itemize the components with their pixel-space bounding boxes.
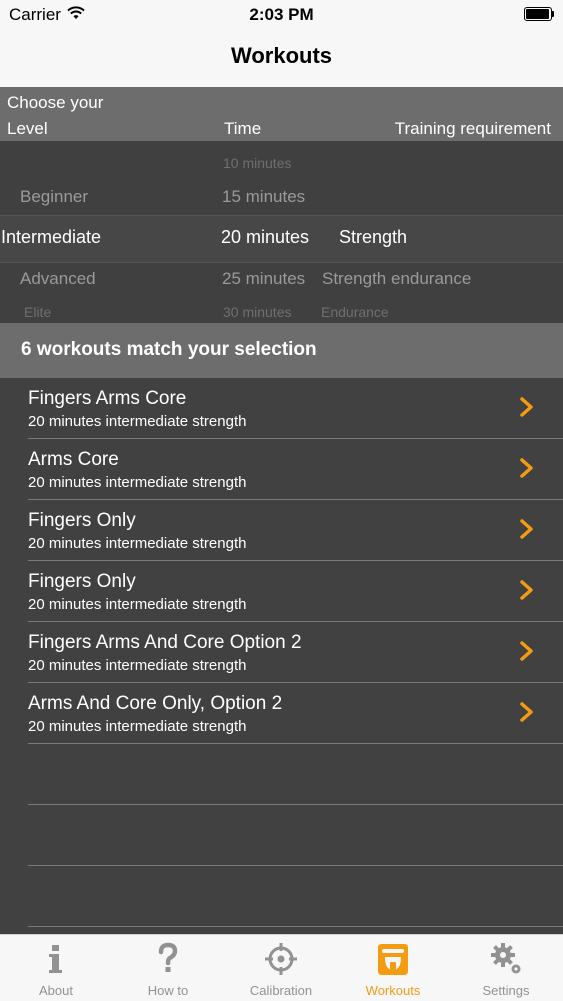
crosshair-icon xyxy=(265,943,297,975)
tab-label: How to xyxy=(147,983,189,998)
workout-title: Arms Core xyxy=(28,449,119,470)
requirement-column-label: Training requirement xyxy=(394,119,551,138)
match-count-text: 6 workouts match your selection xyxy=(21,339,317,360)
workout-title: Fingers Arms And Core Option 2 xyxy=(28,632,302,653)
picker-time[interactable]: 25 minutes xyxy=(222,269,305,289)
gears-icon xyxy=(491,943,521,974)
choose-label: Choose your xyxy=(7,93,104,112)
row-divider xyxy=(28,926,563,927)
match-banner: 6 workouts match your selection xyxy=(0,323,563,378)
chevron-right-icon xyxy=(520,458,533,478)
question-icon xyxy=(158,942,178,972)
workout-subtitle: 20 minutes intermediate strength xyxy=(28,413,247,430)
tab-how-to[interactable]: How to xyxy=(112,935,224,1001)
tab-settings[interactable]: Settings xyxy=(450,935,562,1001)
tab-bar: About How to Calibration Workouts Settin… xyxy=(0,934,563,1001)
workout-list[interactable]: Fingers Arms Core 20 minutes intermediat… xyxy=(0,378,563,934)
chevron-right-icon xyxy=(520,519,533,539)
status-bar: Carrier 2:03 PM xyxy=(0,0,563,30)
tab-label: Calibration xyxy=(249,983,313,998)
picker-requirement[interactable]: Endurance xyxy=(321,304,389,320)
info-icon xyxy=(49,945,62,973)
chevron-right-icon xyxy=(520,702,533,722)
workout-subtitle: 20 minutes intermediate strength xyxy=(28,535,247,552)
picker-time[interactable]: 10 minutes xyxy=(223,155,291,171)
workout-title: Fingers Arms Core xyxy=(28,388,187,409)
chevron-right-icon xyxy=(520,641,533,661)
tab-calibration[interactable]: Calibration xyxy=(225,935,337,1001)
workout-subtitle: 20 minutes intermediate strength xyxy=(28,474,247,491)
picker-time[interactable]: 15 minutes xyxy=(222,187,305,207)
workout-row[interactable]: Fingers Arms And Core Option 2 20 minute… xyxy=(0,622,563,683)
tab-label: About xyxy=(39,983,73,998)
workout-subtitle: 20 minutes intermediate strength xyxy=(28,596,247,613)
time-column-label: Time xyxy=(224,119,262,138)
battery-icon xyxy=(524,7,554,21)
level-column-label: Level xyxy=(7,119,48,138)
workout-subtitle: 20 minutes intermediate strength xyxy=(28,718,247,735)
tab-about[interactable]: About xyxy=(0,935,112,1001)
workout-row[interactable]: Arms And Core Only, Option 2 20 minutes … xyxy=(0,683,563,744)
picker-requirement[interactable]: Strength xyxy=(339,227,407,248)
page-title: Workouts xyxy=(230,43,333,68)
chevron-right-icon xyxy=(520,397,533,417)
workout-row[interactable]: Fingers Only 20 minutes intermediate str… xyxy=(0,561,563,622)
workout-subtitle: 20 minutes intermediate strength xyxy=(28,657,247,674)
hangboard-icon xyxy=(378,944,408,975)
row-divider xyxy=(28,743,563,744)
workout-title: Fingers Only xyxy=(28,571,136,592)
picker-time[interactable]: 20 minutes xyxy=(221,227,309,248)
workout-title: Fingers Only xyxy=(28,510,136,531)
clock: 2:03 PM xyxy=(249,5,314,24)
picker-requirement[interactable]: Strength endurance xyxy=(322,269,471,289)
tab-label: Settings xyxy=(482,983,530,998)
workout-row[interactable]: Arms Core 20 minutes intermediate streng… xyxy=(0,439,563,500)
picker-level[interactable]: Elite xyxy=(24,304,51,320)
picker-time[interactable]: 30 minutes xyxy=(223,304,291,320)
workout-row[interactable]: Fingers Only 20 minutes intermediate str… xyxy=(0,500,563,561)
picker-level[interactable]: Advanced xyxy=(20,269,96,289)
top-bar: Carrier 2:03 PM Workouts xyxy=(0,0,563,87)
row-divider xyxy=(28,865,563,866)
row-divider xyxy=(28,804,563,805)
workout-title: Arms And Core Only, Option 2 xyxy=(28,693,283,714)
workout-row[interactable]: Fingers Arms Core 20 minutes intermediat… xyxy=(0,378,563,439)
tab-workouts[interactable]: Workouts xyxy=(337,935,449,1001)
picker-level[interactable]: Beginner xyxy=(20,187,88,207)
tab-label: Workouts xyxy=(365,983,421,998)
picker-header: Choose your Level Time Training requirem… xyxy=(0,87,563,141)
chevron-right-icon xyxy=(520,580,533,600)
picker-level[interactable]: Intermediate xyxy=(1,227,101,248)
workout-picker[interactable]: 10 minutes Beginner 15 minutes Intermedi… xyxy=(0,141,563,323)
